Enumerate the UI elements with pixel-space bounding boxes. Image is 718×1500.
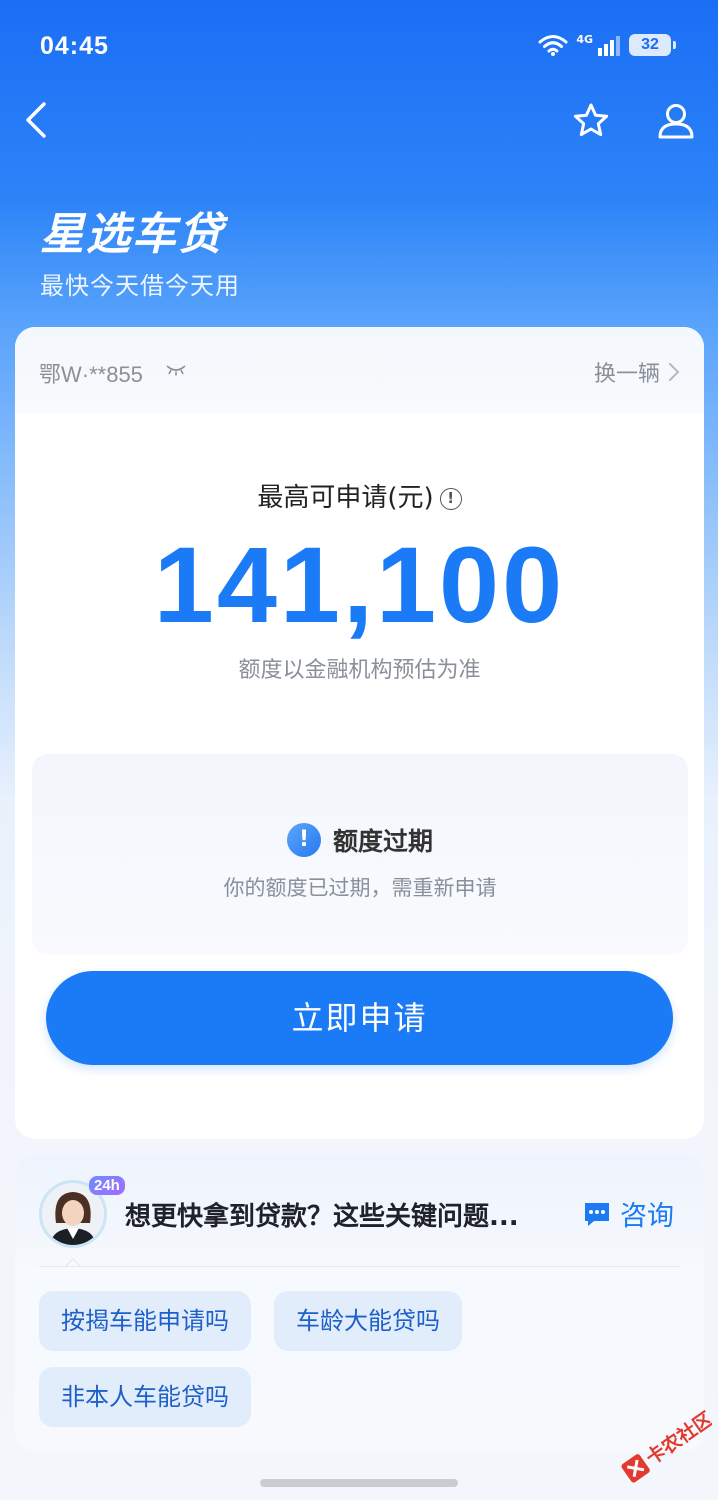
question-chip[interactable]: 按揭车能申请吗	[39, 1291, 251, 1351]
24h-badge: 24h	[89, 1176, 125, 1195]
info-icon[interactable]: !	[439, 488, 462, 510]
svg-text:卡农社区: 卡农社区	[642, 1407, 712, 1469]
network-label: 4G	[576, 32, 593, 46]
chat-icon	[585, 1202, 609, 1226]
signal-icon	[598, 36, 620, 56]
vehicle-row: 鄂W·**855 换一辆	[15, 327, 704, 413]
qa-divider	[39, 1266, 680, 1267]
page-title: 星选车贷	[40, 209, 224, 260]
home-indicator[interactable]	[260, 1479, 458, 1487]
switch-vehicle-link[interactable]: 换一辆	[594, 356, 682, 388]
license-plate: 鄂W·**855	[39, 362, 143, 387]
switch-vehicle-label: 换一辆	[593, 362, 660, 387]
expired-notice: ! 额度过期 你的额度已过期，需重新申请	[32, 754, 688, 954]
user-icon[interactable]	[656, 102, 696, 140]
status-time: 04:45	[40, 32, 109, 60]
expired-title: 额度过期	[332, 827, 433, 856]
watermark-logo: 卡农社区	[621, 1407, 712, 1483]
limit-label-row: 最高可申请(元)!	[15, 477, 704, 514]
question-chip[interactable]: 非本人车能贷吗	[39, 1367, 251, 1427]
chevron-right-icon	[669, 363, 680, 381]
limit-note: 额度以金融机构预估为准	[238, 658, 481, 683]
consult-label: 咨询	[620, 1201, 674, 1232]
limit-label: 最高可申请(元)	[257, 483, 434, 513]
expired-header: ! 额度过期	[32, 822, 688, 858]
star-icon[interactable]	[572, 102, 610, 140]
qa-card: 24h 想更快拿到贷款？这些关键问题... 咨询 按揭车能申请吗 车龄大能贷吗 …	[15, 1156, 704, 1452]
eye-closed-icon[interactable]	[165, 363, 187, 377]
expired-description: 你的额度已过期，需重新申请	[223, 876, 497, 900]
wifi-icon	[538, 35, 568, 56]
back-icon[interactable]	[18, 100, 58, 140]
question-chip[interactable]: 车龄大能贷吗	[274, 1291, 462, 1351]
limit-amount: 141,100	[153, 524, 566, 645]
alert-icon: !	[286, 823, 321, 857]
qa-question[interactable]: 想更快拿到贷款？这些关键问题...	[125, 1196, 519, 1233]
status-icons: 4G 32	[538, 32, 676, 56]
battery-tip	[673, 41, 676, 49]
battery-indicator: 32	[629, 34, 671, 56]
page-subtitle: 最快今天借今天用	[40, 272, 240, 300]
loan-card: 鄂W·**855 换一辆 最高可申请(元)! 141,100 额度以金融机构预估…	[15, 327, 704, 1139]
apply-now-button[interactable]: 立即申请	[46, 971, 673, 1065]
status-bar: 04:45 4G 32	[0, 0, 718, 92]
consult-button[interactable]: 咨询	[582, 1194, 674, 1233]
